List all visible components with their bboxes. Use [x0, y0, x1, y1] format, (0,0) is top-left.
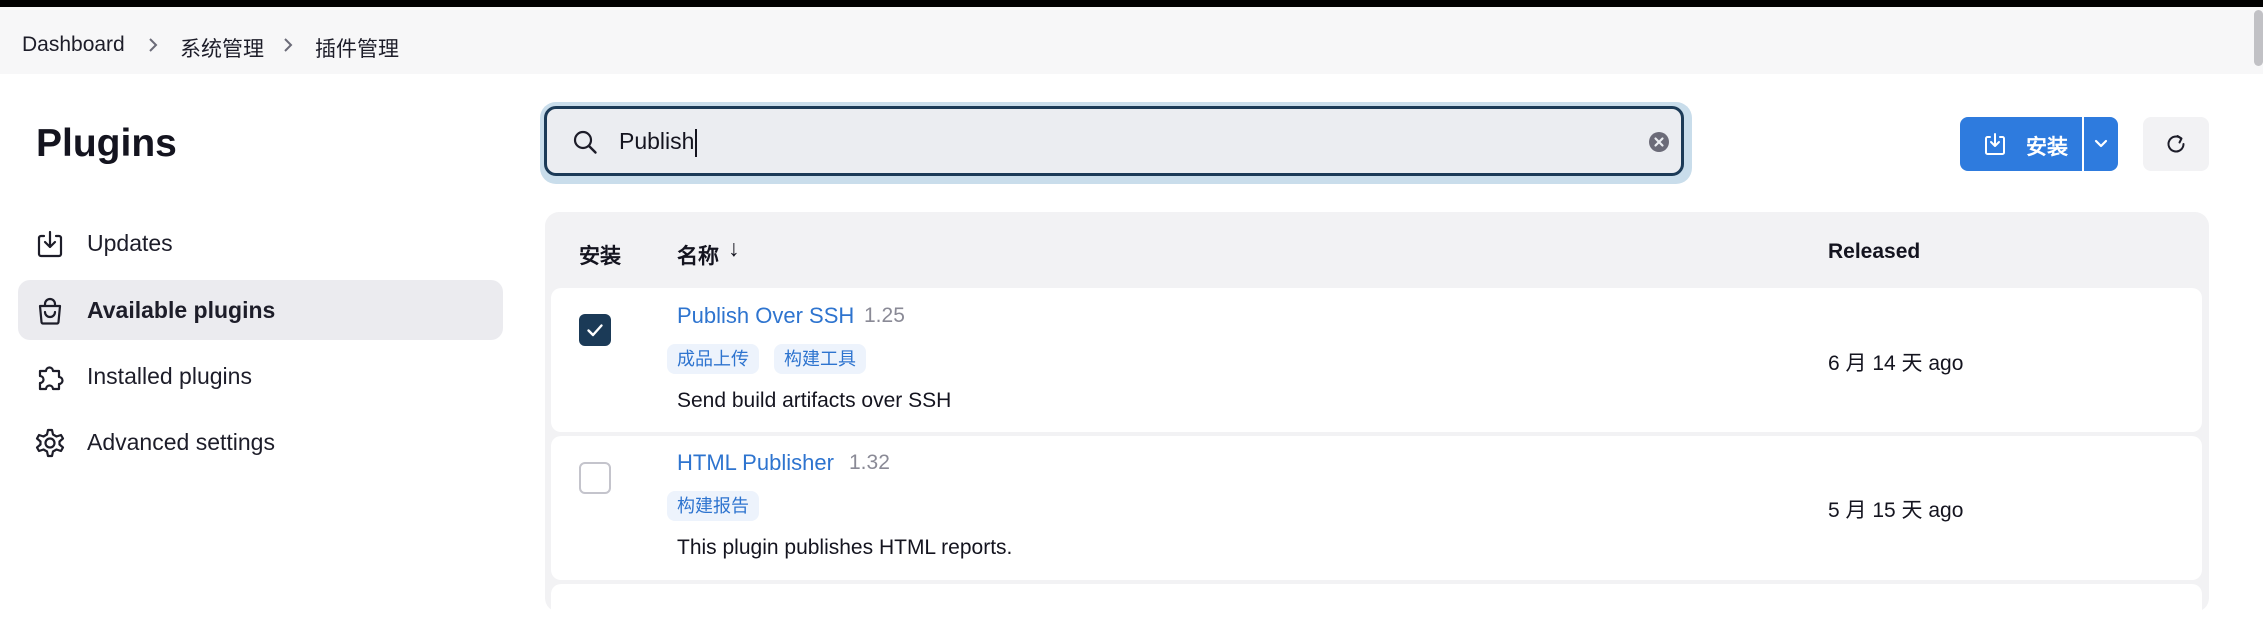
page-title: Plugins [36, 122, 177, 165]
search-input-value: Publish [619, 128, 695, 154]
plugin-tag[interactable]: 构建工具 [774, 344, 866, 374]
plugin-tag[interactable]: 成品上传 [667, 344, 759, 374]
sidebar-item-label: Advanced settings [87, 428, 275, 455]
scrollbar[interactable] [2254, 10, 2263, 66]
breadcrumb-item-plugins[interactable]: 插件管理 [315, 33, 399, 63]
plugin-name-link[interactable]: HTML Publisher [677, 450, 834, 476]
top-edge-bar [0, 0, 2263, 7]
plugin-description: This plugin publishes HTML reports. [677, 536, 1013, 559]
install-button-label: 安装 [2026, 136, 2068, 159]
chevron-down-icon [2094, 139, 2108, 148]
search-input[interactable]: Publish [619, 123, 1619, 159]
chevron-right-icon [284, 38, 293, 52]
clear-search-icon[interactable] [1648, 131, 1670, 153]
column-header-name[interactable]: 名称 [677, 240, 719, 270]
plugin-tag[interactable]: 构建报告 [667, 491, 759, 521]
gear-icon [35, 428, 65, 458]
download-icon [1985, 133, 2005, 155]
shopping-bag-icon [38, 297, 62, 325]
install-button[interactable]: 安装 [1960, 117, 2082, 171]
install-options-dropdown[interactable] [2084, 117, 2118, 171]
sidebar-item-label: Installed plugins [87, 362, 252, 389]
plugin-name-link[interactable]: Publish Over SSH [677, 303, 854, 329]
sidebar-item-available-plugins[interactable]: Available plugins [18, 280, 503, 340]
table-row [551, 584, 2202, 624]
breadcrumb-item-system[interactable]: 系统管理 [180, 33, 264, 63]
sidebar-item-label: Updates [87, 229, 173, 256]
sidebar-item-advanced-settings[interactable]: Advanced settings [18, 412, 503, 472]
text-caret [695, 128, 698, 157]
plugin-version: 1.25 [864, 304, 905, 327]
plugin-version: 1.32 [849, 451, 890, 474]
chevron-right-icon [149, 38, 158, 52]
released-date: 6 月 14 天 ago [1828, 352, 1964, 375]
install-checkbox[interactable] [579, 462, 611, 494]
plugin-description: Send build artifacts over SSH [677, 389, 952, 412]
breadcrumb: Dashboard 系统管理 插件管理 [0, 7, 2263, 74]
install-checkbox[interactable] [579, 314, 611, 346]
refresh-icon [2167, 135, 2185, 153]
sidebar-item-updates[interactable]: Updates [18, 213, 503, 273]
sidebar-item-installed-plugins[interactable]: Installed plugins [18, 346, 503, 406]
sort-descending-icon[interactable]: ↓ [728, 235, 740, 262]
column-header-install: 安装 [579, 245, 621, 268]
column-header-released[interactable]: Released [1828, 240, 1920, 264]
table-row: HTML Publisher 1.32 构建报告 This plugin pub… [551, 436, 2202, 580]
refresh-button[interactable] [2143, 117, 2209, 171]
search-focus-ring: Publish [540, 102, 1692, 184]
table-row: Publish Over SSH 1.25 成品上传 构建工具 Send bui… [551, 288, 2202, 432]
sidebar-item-label: Available plugins [87, 296, 276, 323]
search-icon [573, 130, 597, 154]
checkmark-icon [587, 324, 603, 337]
released-date: 5 月 15 天 ago [1828, 499, 1964, 522]
download-icon [37, 230, 63, 258]
puzzle-icon [38, 366, 64, 391]
breadcrumb-item-dashboard[interactable]: Dashboard [22, 33, 125, 57]
search-field[interactable]: Publish [544, 106, 1684, 176]
